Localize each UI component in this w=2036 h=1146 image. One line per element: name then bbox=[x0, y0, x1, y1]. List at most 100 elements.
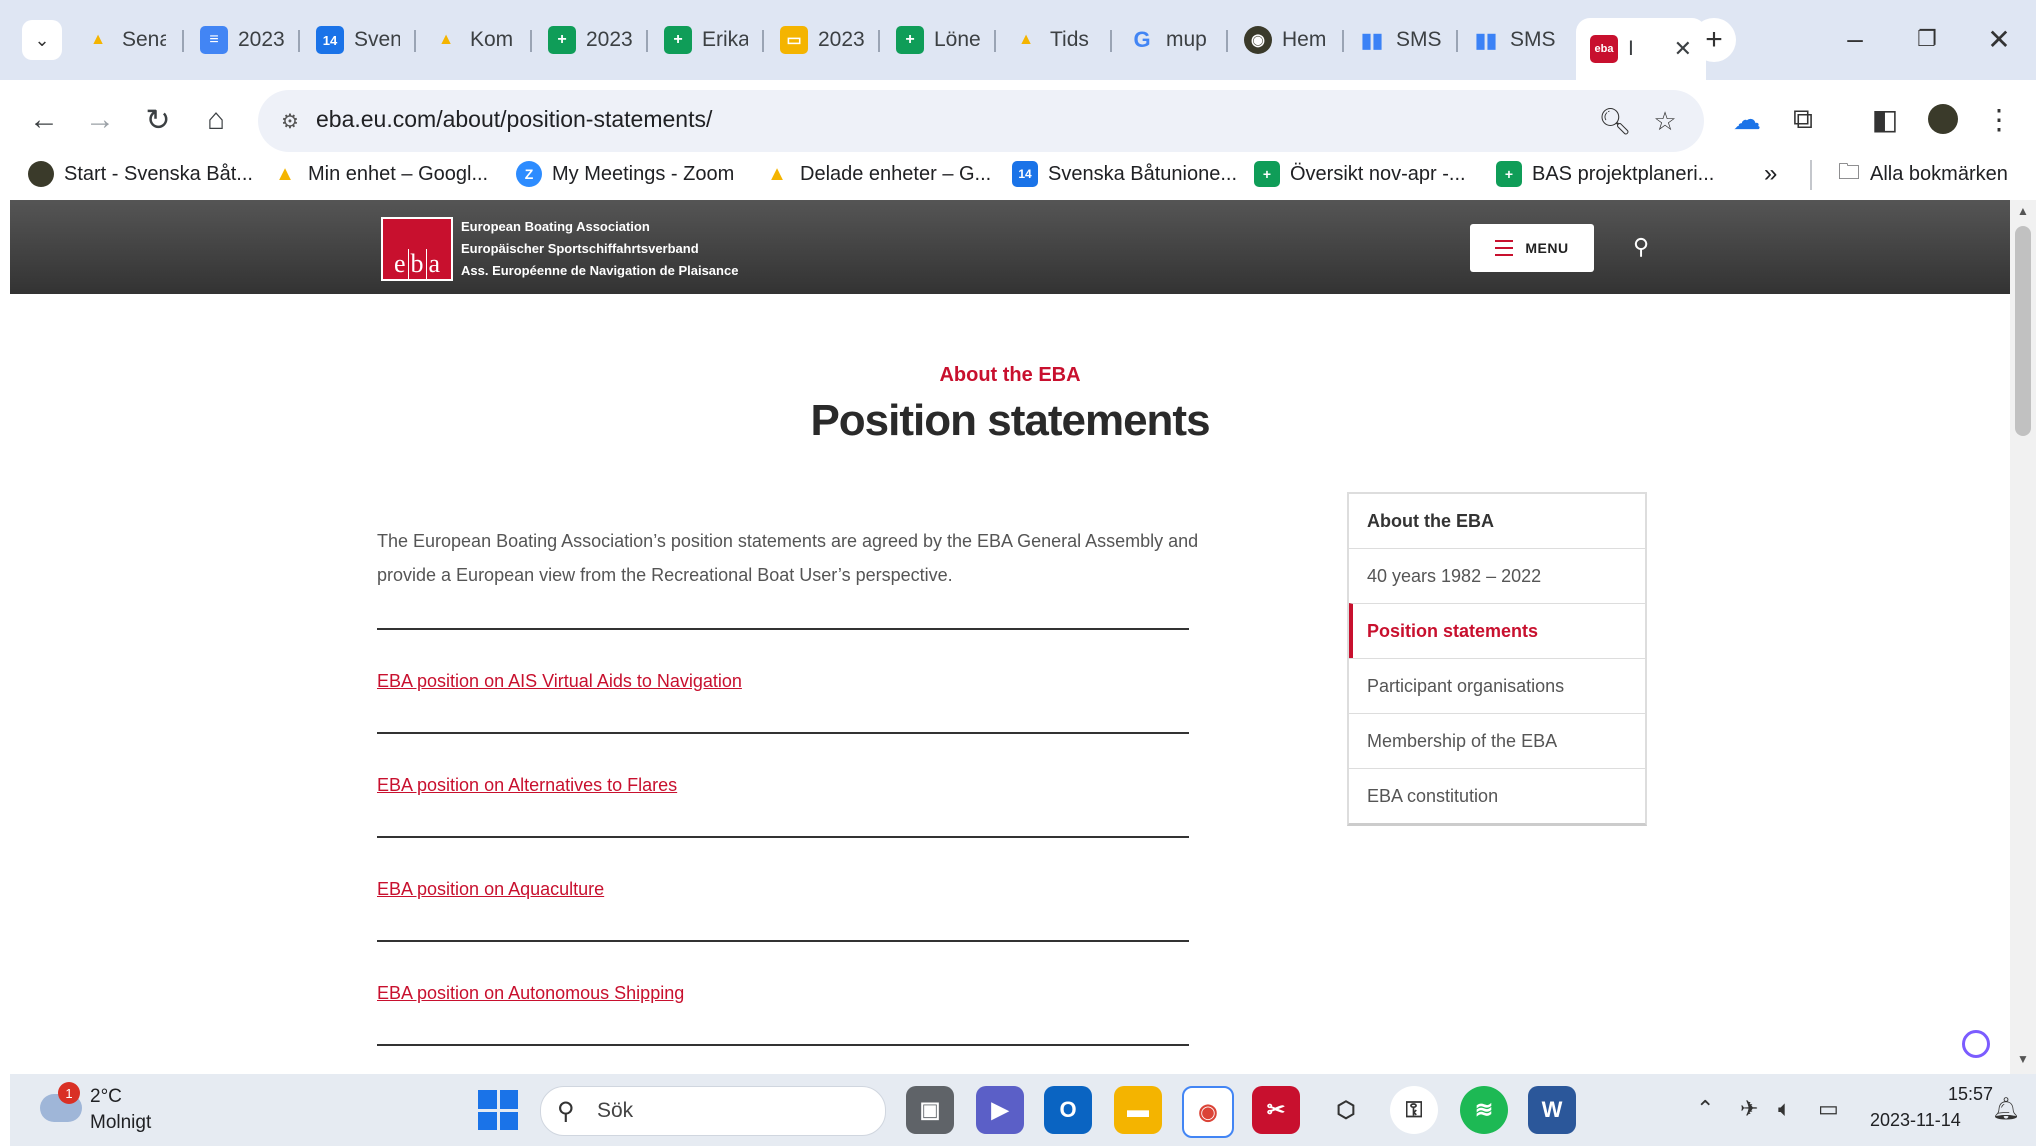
bookmark-item[interactable]: 14 Svenska Båtunione... bbox=[1012, 154, 1237, 194]
browser-menu-icon[interactable]: ⋮ bbox=[1976, 96, 2022, 142]
eba-logo-icon: eba bbox=[1590, 35, 1618, 63]
bookmark-item[interactable]: ▲ Delade enheter – G... bbox=[764, 154, 991, 194]
teams-chat-icon[interactable]: ▶ bbox=[976, 1086, 1024, 1134]
browser-tab[interactable]: ≡ 2023 bbox=[200, 16, 284, 64]
folder-icon: 🗀 bbox=[1838, 159, 1861, 184]
outlook-icon[interactable]: O bbox=[1044, 1086, 1092, 1134]
browser-tab[interactable]: ▲ Tids bbox=[1012, 16, 1096, 64]
statement-list: EBA position on AIS Virtual Aids to Navi… bbox=[377, 628, 1189, 1046]
back-button[interactable]: ← bbox=[20, 96, 68, 144]
key-app-icon[interactable]: ⚿ bbox=[1390, 1086, 1438, 1134]
home-button[interactable]: ⌂ bbox=[192, 96, 240, 144]
arrow-left-icon: ← bbox=[29, 103, 59, 136]
scrollbar-thumb[interactable] bbox=[2015, 226, 2031, 436]
sidebar-item-position-statements[interactable]: Position statements bbox=[1349, 603, 1645, 658]
bookmark-item[interactable]: Start - Svenska Båt... bbox=[28, 154, 253, 194]
sidebar-item-40-years[interactable]: 40 years 1982 – 2022 bbox=[1349, 548, 1645, 603]
scroll-down-icon[interactable]: ▼ bbox=[2017, 1052, 2029, 1066]
new-tab-button[interactable]: + bbox=[1692, 18, 1736, 62]
club-emblem-icon: ◉ bbox=[1244, 26, 1272, 54]
start-button[interactable] bbox=[478, 1090, 518, 1130]
statement-link[interactable]: EBA position on Autonomous Shipping bbox=[377, 983, 684, 1004]
weather-temperature[interactable]: 2°C bbox=[90, 1086, 122, 1108]
file-explorer-icon[interactable]: ▬ bbox=[1114, 1086, 1162, 1134]
clock-time[interactable]: 15:57 bbox=[1948, 1084, 1993, 1105]
battery-icon[interactable]: ▭ bbox=[1818, 1096, 1839, 1122]
bookmark-item[interactable]: + BAS projektplaneri... bbox=[1496, 154, 1714, 194]
browser-tab[interactable]: +2023 bbox=[548, 16, 632, 64]
assistant-icon[interactable] bbox=[1962, 1030, 1990, 1058]
snipping-tool-icon[interactable]: ✂ bbox=[1252, 1086, 1300, 1134]
profile-avatar[interactable] bbox=[1920, 96, 1966, 142]
extensions-icon[interactable]: ⧉ bbox=[1780, 96, 1826, 142]
google-sheets-icon: + bbox=[1254, 161, 1280, 187]
all-bookmarks-button[interactable]: 🗀 Alla bokmärken bbox=[1838, 154, 2008, 194]
sidebar-item-participant-organisations[interactable]: Participant organisations bbox=[1349, 658, 1645, 713]
browser-tab[interactable]: + Löne bbox=[896, 16, 980, 64]
notifications-icon[interactable]: 🔔︎ bbox=[1992, 1096, 2020, 1122]
word-icon[interactable]: W bbox=[1528, 1086, 1576, 1134]
volume-icon[interactable]: 🔈︎ bbox=[1778, 1096, 1791, 1122]
browser-tab[interactable]: Gmup bbox=[1128, 16, 1212, 64]
reload-button[interactable]: ↻ bbox=[134, 96, 182, 144]
google-icon: G bbox=[1133, 27, 1151, 52]
more-bookmarks-button[interactable]: » bbox=[1764, 154, 1777, 194]
statement-link[interactable]: EBA position on Alternatives to Flares bbox=[377, 775, 677, 796]
close-tab-icon[interactable]: ✕ bbox=[1674, 36, 1692, 62]
package-app-icon[interactable]: ⬡ bbox=[1322, 1086, 1370, 1134]
close-window-button[interactable]: ✕ bbox=[1976, 18, 2022, 60]
google-drive-icon: ▲ bbox=[275, 162, 295, 185]
bookmark-item[interactable]: ▲ Min enhet – Googl... bbox=[272, 154, 488, 194]
side-panel-icon[interactable]: ◧ bbox=[1862, 96, 1908, 142]
address-bar[interactable]: ⚙ eba.eu.com/about/position-statements/ … bbox=[258, 90, 1704, 152]
bookmark-item[interactable]: + Översikt nov-apr -... bbox=[1254, 154, 1466, 194]
bookmark-item[interactable]: Z My Meetings - Zoom bbox=[516, 154, 734, 194]
restore-button[interactable]: ❐ bbox=[1904, 18, 1950, 60]
google-slides-icon: ▭ bbox=[780, 26, 808, 54]
tab-divider bbox=[530, 30, 532, 52]
search-icon[interactable]: ⚲ bbox=[1624, 230, 1658, 264]
tab-divider bbox=[414, 30, 416, 52]
statement-link[interactable]: EBA position on Aquaculture bbox=[377, 879, 604, 900]
forward-button[interactable]: → bbox=[76, 96, 124, 144]
spotify-icon[interactable]: ≋ bbox=[1460, 1086, 1508, 1134]
zoom-icon[interactable]: 🔍︎ bbox=[1596, 102, 1634, 140]
tab-divider bbox=[182, 30, 184, 52]
eba-logo[interactable]: eba bbox=[381, 217, 453, 281]
intro-text: The European Boating Association’s posit… bbox=[377, 531, 1199, 585]
tab-search-button[interactable]: ⌄ bbox=[22, 20, 62, 60]
task-view-icon[interactable]: ▣ bbox=[906, 1086, 954, 1134]
reload-icon: ↻ bbox=[145, 103, 171, 137]
taskbar-search[interactable]: ⚲ Sök bbox=[540, 1086, 886, 1136]
weather-description[interactable]: Molnigt bbox=[90, 1112, 151, 1134]
chrome-icon[interactable]: ◉ bbox=[1182, 1086, 1234, 1138]
cloud-extension-icon[interactable]: ☁ bbox=[1724, 96, 1770, 142]
statement-link[interactable]: EBA position on AIS Virtual Aids to Navi… bbox=[377, 671, 742, 692]
browser-tab[interactable]: ▭ 2023 bbox=[780, 16, 864, 64]
page-scrollbar[interactable]: ▲ ▼ bbox=[2010, 200, 2036, 1074]
browser-tab[interactable]: ▲ Kom bbox=[432, 16, 516, 64]
clock-date[interactable]: 2023-11-14 bbox=[1870, 1110, 1961, 1131]
active-browser-tab[interactable]: eba I ✕ bbox=[1576, 18, 1706, 80]
browser-tab[interactable]: ▲ Sena bbox=[84, 16, 166, 64]
bookmark-star-icon[interactable]: ☆ bbox=[1646, 102, 1684, 140]
browser-tab[interactable]: ▮▮ SMS bbox=[1472, 16, 1556, 64]
logo-text[interactable]: European Boating Association Europäische… bbox=[461, 216, 738, 282]
browser-tab[interactable]: 14 Sven bbox=[316, 16, 400, 64]
browser-tab[interactable]: ▮▮ SMS bbox=[1358, 16, 1442, 64]
scroll-up-icon[interactable]: ▲ bbox=[2017, 204, 2029, 218]
browser-tab[interactable]: ◉ Hem bbox=[1244, 16, 1328, 64]
minimize-button[interactable]: – bbox=[1832, 18, 1878, 60]
tab-divider bbox=[878, 30, 880, 52]
sidebar-item-constitution[interactable]: EBA constitution bbox=[1349, 768, 1645, 823]
url-text[interactable]: eba.eu.com/about/position-statements/ bbox=[316, 106, 712, 133]
browser-tab[interactable]: + Erika bbox=[664, 16, 748, 64]
airplane-mode-icon[interactable]: ✈ bbox=[1740, 1096, 1758, 1122]
sidebar-item-about[interactable]: About the EBA bbox=[1349, 494, 1645, 548]
menu-button[interactable]: MENU bbox=[1470, 224, 1594, 272]
tab-divider bbox=[298, 30, 300, 52]
chevron-up-icon[interactable]: ⌃ bbox=[1696, 1096, 1714, 1122]
sidebar-item-membership[interactable]: Membership of the EBA bbox=[1349, 713, 1645, 768]
arrow-right-icon: → bbox=[85, 103, 115, 136]
site-settings-icon[interactable]: ⚙ bbox=[274, 105, 306, 137]
